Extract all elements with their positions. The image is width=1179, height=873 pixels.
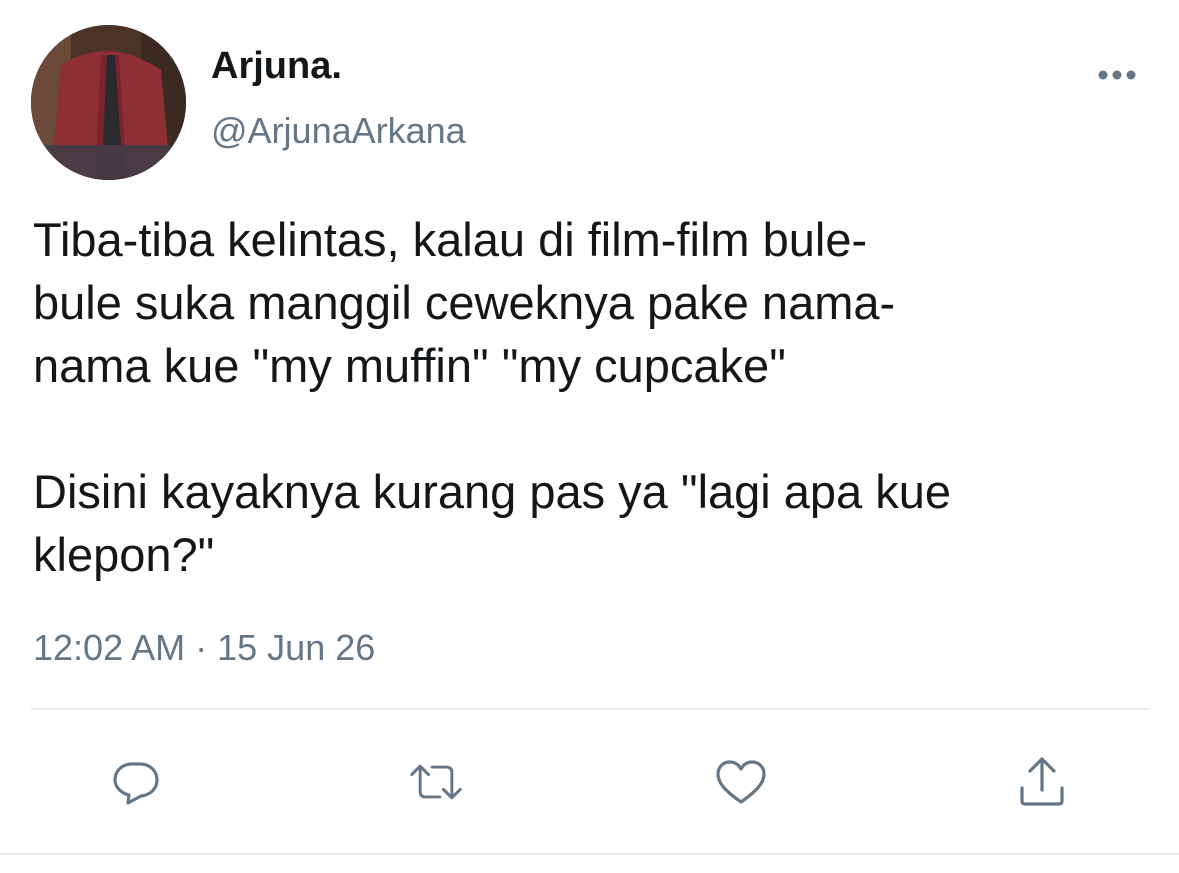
more-horizontal-icon bbox=[1098, 70, 1136, 80]
display-name[interactable]: Arjuna. bbox=[211, 44, 342, 88]
divider-bottom bbox=[0, 853, 1179, 855]
reply-button[interactable] bbox=[108, 754, 164, 810]
tweet-time: 12:02 AM bbox=[33, 627, 186, 668]
tweet-timestamp[interactable]: 12:02 AM · 15 Jun 26 bbox=[33, 626, 375, 670]
retweet-icon bbox=[410, 764, 462, 800]
like-button[interactable] bbox=[713, 754, 769, 810]
retweet-button[interactable] bbox=[408, 754, 464, 810]
heart-icon bbox=[716, 760, 766, 804]
divider bbox=[31, 708, 1149, 710]
tweet-card: Arjuna. @ArjunaArkana Tiba-tiba kelintas… bbox=[0, 0, 1179, 873]
reply-icon bbox=[113, 762, 159, 805]
share-button[interactable] bbox=[1014, 754, 1070, 810]
user-handle[interactable]: @ArjunaArkana bbox=[211, 110, 466, 152]
tweet-date: 15 Jun 26 bbox=[217, 627, 376, 668]
more-options-button[interactable] bbox=[1092, 62, 1142, 88]
share-icon bbox=[1020, 757, 1064, 806]
tweet-text: Tiba-tiba kelintas, kalau di film-film b… bbox=[33, 213, 952, 581]
avatar[interactable] bbox=[31, 25, 186, 180]
meta-separator: · bbox=[195, 627, 208, 668]
avatar-photo bbox=[31, 25, 186, 180]
